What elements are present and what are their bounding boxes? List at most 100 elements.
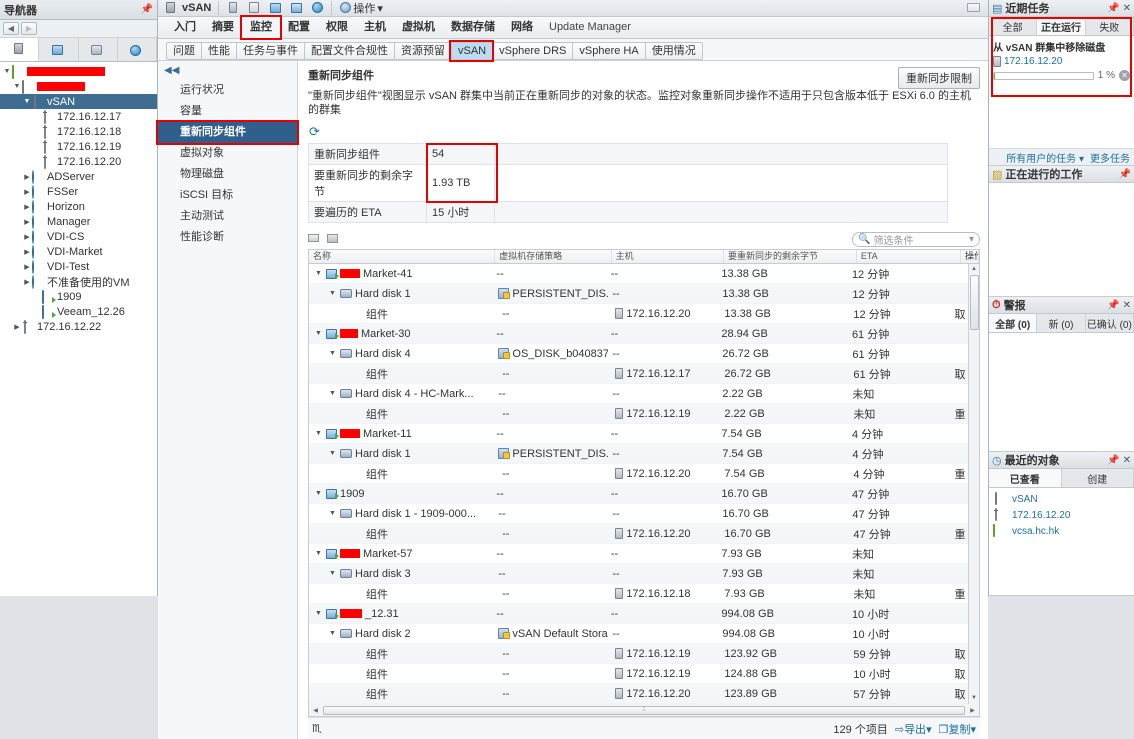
subtab-5[interactable]: vSAN xyxy=(451,42,492,60)
table-row[interactable]: 组件 -- 172.16.12.17 26.72 GB 61 分钟 取 xyxy=(309,364,968,384)
table-row[interactable]: ▼ Market-11 -- -- 7.54 GB 4 分钟 xyxy=(309,424,968,444)
table-row[interactable]: 组件 -- 172.16.12.20 7.54 GB 4 分钟 重 xyxy=(309,464,968,484)
side-menu-item-3[interactable]: 虚拟对象 xyxy=(158,143,297,164)
list-menu-icon[interactable] xyxy=(964,1,982,15)
table-row[interactable]: 组件 -- 172.16.12.20 13.38 GB 12 分钟 取 xyxy=(309,304,968,324)
forward-arrow-icon[interactable]: ▶ xyxy=(21,22,37,35)
subtab-7[interactable]: vSphere HA xyxy=(572,42,644,60)
row-expand-arrow[interactable]: ▼ xyxy=(315,270,323,277)
row-action[interactable]: 取 xyxy=(954,686,965,702)
row-action[interactable]: 取 xyxy=(954,666,965,682)
recent-tasks-tab-0[interactable]: 全部 xyxy=(989,17,1037,35)
tree-item-6[interactable]: 172.16.12.20 xyxy=(0,154,157,169)
side-menu-item-0[interactable]: 运行状况 xyxy=(158,80,297,101)
tree-item-2[interactable]: ▼ vSAN xyxy=(0,94,157,109)
recent-tasks-tab-2[interactable]: 失败 xyxy=(1086,17,1134,35)
row-action[interactable]: 取 xyxy=(954,366,965,382)
cancel-icon[interactable]: ✕ xyxy=(1119,70,1130,81)
tab-1[interactable]: 摘要 xyxy=(204,17,242,38)
side-menu-item-1[interactable]: 容量 xyxy=(158,101,297,122)
scroll-left-icon[interactable]: ◀ xyxy=(309,707,322,714)
tab-2[interactable]: 监控 xyxy=(242,17,280,38)
tree-expand-arrow[interactable]: ▶ xyxy=(22,188,32,196)
subtab-8[interactable]: 使用情况 xyxy=(645,42,703,60)
column-header-policy[interactable]: 虚拟机存储策略 xyxy=(495,250,611,263)
scroll-up-icon[interactable]: ▲ xyxy=(971,264,977,275)
tree-item-4[interactable]: 172.16.12.18 xyxy=(0,124,157,139)
alarms-tab-2[interactable]: 已确认 (0) xyxy=(1086,314,1134,332)
column-header-host[interactable]: 主机 xyxy=(612,250,724,263)
tree-item-14[interactable]: ▶ 不准备使用的VM xyxy=(0,274,157,289)
copy-button[interactable]: ❐复制▾ xyxy=(939,721,976,737)
subtab-4[interactable]: 资源预留 xyxy=(394,42,451,60)
row-expand-arrow[interactable]: ▼ xyxy=(315,430,323,437)
monitor-sub-tab-bar[interactable]: 问题性能任务与事件配置文件合规性资源预留vSANvSphere DRSvSphe… xyxy=(158,39,988,60)
recent-tasks-tab-1[interactable]: 正在运行 xyxy=(1037,17,1085,35)
vms-templates-tab[interactable] xyxy=(39,38,78,61)
more-tasks-link[interactable]: 更多任务 xyxy=(1090,150,1130,165)
table-horizontal-scrollbar[interactable]: ◀ ⁞⁞ ▶ xyxy=(308,704,980,717)
table-row[interactable]: 组件 -- 172.16.12.20 16.70 GB 47 分钟 重 xyxy=(309,524,968,544)
tree-item-7[interactable]: ▶ ADServer xyxy=(0,169,157,184)
recent-object-item-2[interactable]: vcsa.hc.hk xyxy=(993,523,1130,539)
new-vm-icon[interactable] xyxy=(268,1,282,15)
tree-expand-arrow[interactable]: ▶ xyxy=(22,203,32,211)
pin-icon[interactable]: 📌 xyxy=(1107,455,1119,466)
tree-expand-arrow[interactable]: ▼ xyxy=(22,98,32,105)
all-users-tasks-filter[interactable]: 所有用户的任务 ▾ xyxy=(1006,150,1084,165)
tab-7[interactable]: 数据存储 xyxy=(443,17,503,38)
side-menu-item-7[interactable]: 性能诊断 xyxy=(158,227,297,248)
new-resource-pool-icon[interactable] xyxy=(289,1,303,15)
pin-icon[interactable]: 📌 xyxy=(1107,300,1119,311)
row-expand-arrow[interactable]: ▼ xyxy=(329,290,337,297)
export-button[interactable]: ⇨导出▾ xyxy=(895,721,932,737)
table-row[interactable]: ▼ Market-41 -- -- 13.38 GB 12 分钟 xyxy=(309,264,968,284)
subtab-1[interactable]: 性能 xyxy=(201,42,236,60)
tree-expand-arrow[interactable]: ▶ xyxy=(22,263,32,271)
tab-0[interactable]: 入门 xyxy=(166,17,204,38)
alarms-tab-0[interactable]: 全部 (0) xyxy=(989,314,1037,332)
refresh-icon[interactable]: ⟳ xyxy=(309,124,980,140)
row-expand-arrow[interactable]: ▼ xyxy=(315,490,323,497)
row-action[interactable]: 取 xyxy=(954,306,965,322)
subtab-6[interactable]: vSphere DRS xyxy=(492,42,572,60)
row-expand-arrow[interactable]: ▼ xyxy=(329,630,337,637)
tree-item-5[interactable]: 172.16.12.19 xyxy=(0,139,157,154)
tree-item-13[interactable]: ▶ VDI-Test xyxy=(0,259,157,274)
recent-objects-body[interactable]: vSAN 172.16.12.20 vcsa.hc.hk xyxy=(989,488,1134,595)
row-action[interactable]: 取 xyxy=(954,646,965,662)
tree-item-12[interactable]: ▶ VDI-Market xyxy=(0,244,157,259)
tree-item-17[interactable]: ▶ 172.16.12.22 xyxy=(0,319,157,334)
pin-icon[interactable]: 📌 xyxy=(1119,169,1131,180)
row-expand-arrow[interactable]: ▼ xyxy=(329,350,337,357)
table-row[interactable]: 组件 -- 172.16.12.19 2.22 GB 未知 重 xyxy=(309,404,968,424)
table-row[interactable]: ▼ 1909 -- -- 16.70 GB 47 分钟 xyxy=(309,484,968,504)
recent-objects-tabs[interactable]: 已查看创建 xyxy=(989,469,1134,488)
subtab-3[interactable]: 配置文件合规性 xyxy=(304,42,394,60)
collapse-all-icon[interactable] xyxy=(327,234,340,245)
close-icon[interactable]: ✕ xyxy=(1123,455,1131,466)
deploy-ovf-icon[interactable] xyxy=(310,1,324,15)
subtab-0[interactable]: 问题 xyxy=(166,42,201,60)
table-row[interactable]: 组件 -- 172.16.12.19 124.88 GB 10 小时 取 xyxy=(309,664,968,684)
alarms-tab-1[interactable]: 新 (0) xyxy=(1037,314,1085,332)
side-menu-item-6[interactable]: 主动测试 xyxy=(158,206,297,227)
pin-icon[interactable]: 📌 xyxy=(1107,3,1119,14)
row-action[interactable]: 重 xyxy=(954,406,965,422)
table-row[interactable]: ▼ Hard disk 2 vSAN Default Stora... -- 9… xyxy=(309,624,968,644)
row-expand-arrow[interactable]: ▼ xyxy=(315,330,323,337)
tab-5[interactable]: 主机 xyxy=(356,17,394,38)
close-icon[interactable]: ✕ xyxy=(1123,300,1131,311)
tree-expand-arrow[interactable]: ▶ xyxy=(22,278,32,286)
tree-expand-arrow[interactable]: ▶ xyxy=(22,218,32,226)
table-row[interactable]: ▼ Hard disk 3 -- -- 7.93 GB 未知 xyxy=(309,564,968,584)
tree-item-10[interactable]: ▶ Manager xyxy=(0,214,157,229)
table-row[interactable]: ▼ Market-30 -- -- 28.94 GB 61 分钟 xyxy=(309,324,968,344)
column-header-eta[interactable]: ETA xyxy=(857,250,961,263)
horizontal-scroll-thumb[interactable]: ⁞⁞ xyxy=(323,706,965,715)
tab-9[interactable]: Update Manager xyxy=(541,17,639,38)
tab-8[interactable]: 网络 xyxy=(503,17,541,38)
hosts-clusters-tab[interactable] xyxy=(0,38,39,61)
row-expand-arrow[interactable]: ▼ xyxy=(315,550,323,557)
back-arrow-icon[interactable]: ◀ xyxy=(3,22,19,35)
